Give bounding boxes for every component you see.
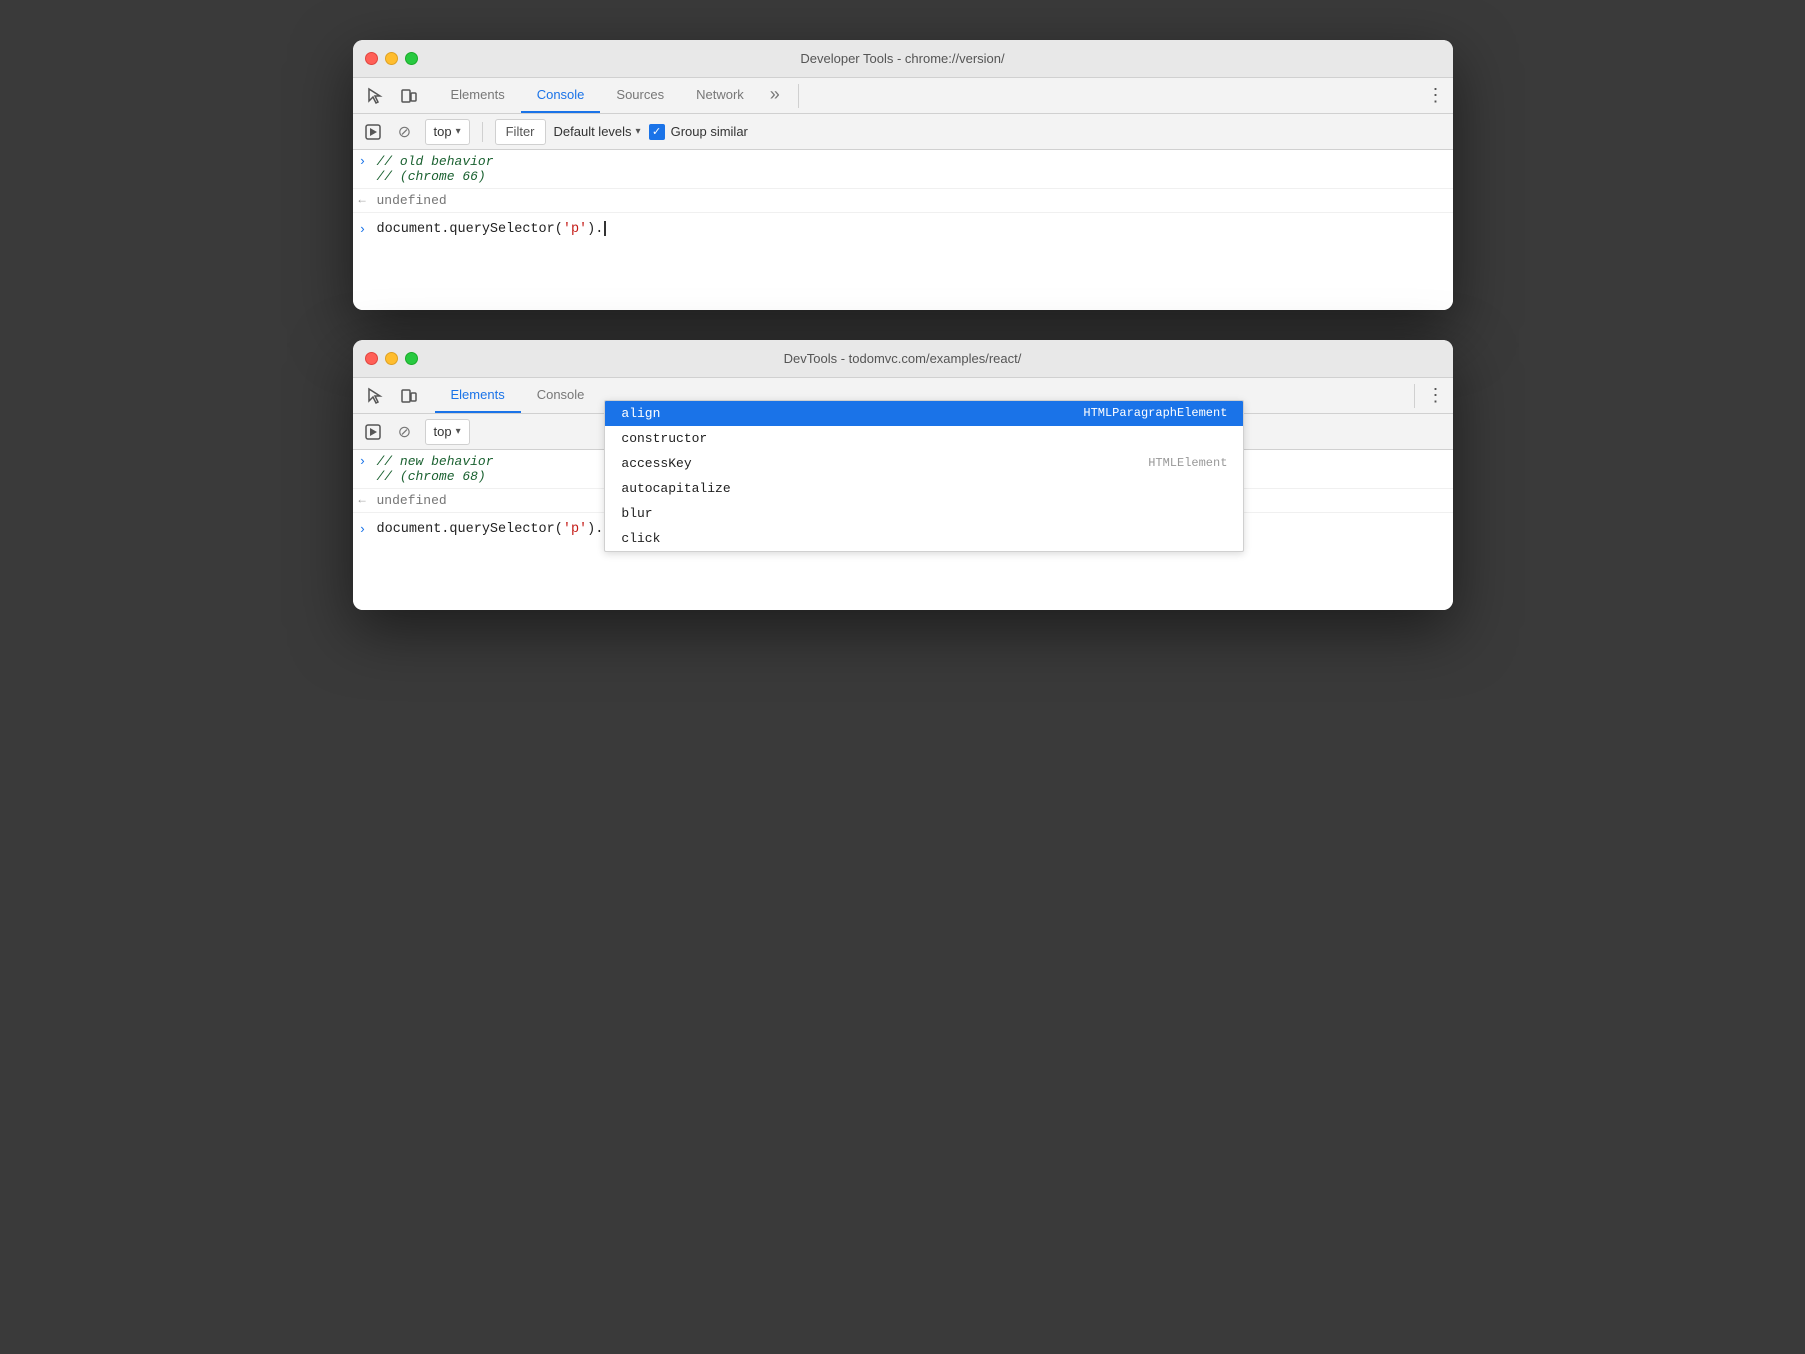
autocomplete-label-blur: blur — [621, 506, 652, 521]
autocomplete-item-blur[interactable]: blur — [605, 501, 1243, 526]
autocomplete-item-constructor[interactable]: constructor — [605, 426, 1243, 451]
undefined-value-1: undefined — [377, 193, 447, 208]
device-icon — [400, 87, 418, 105]
autocomplete-label-align: align — [621, 406, 660, 421]
play-icon-2 — [365, 424, 381, 440]
device-toolbar-button-2[interactable] — [395, 382, 423, 410]
close-button-1[interactable] — [365, 52, 378, 65]
autocomplete-label-accesskey: accessKey — [621, 456, 691, 471]
clear-console-button-1[interactable]: ⊘ — [393, 120, 417, 144]
maximize-button-1[interactable] — [405, 52, 418, 65]
window-title-2: DevTools - todomvc.com/examples/react/ — [784, 351, 1022, 366]
return-prefix-2: ← — [359, 493, 366, 507]
device-icon-2 — [400, 387, 418, 405]
autocomplete-item-accesskey[interactable]: accessKey HTMLElement — [605, 451, 1243, 476]
devtools-menu-button-1[interactable]: ⋮ — [1427, 85, 1445, 106]
tab-elements-2[interactable]: Elements — [435, 378, 521, 413]
console-output-1: › // old behavior // (chrome 66) ← undef… — [353, 150, 1453, 310]
main-toolbar-2: Elements Console align HTMLParagraphElem… — [353, 378, 1453, 414]
close-button-2[interactable] — [365, 352, 378, 365]
input-prefix-1: › — [359, 154, 367, 169]
traffic-lights-2 — [365, 352, 418, 365]
filter-button-1[interactable]: Filter — [495, 119, 546, 145]
cursor-icon — [366, 87, 384, 105]
toolbar-icons-2 — [361, 382, 423, 410]
filter-separator-1 — [482, 122, 483, 142]
toolbar-icons-1 — [361, 82, 423, 110]
console-input-line-1[interactable]: › document.querySelector('p'). — [353, 213, 1453, 245]
autocomplete-item-click[interactable]: click — [605, 526, 1243, 551]
return-content-1: undefined — [377, 193, 1445, 208]
context-arrow-icon-2: ▾ — [456, 426, 461, 437]
window-title-1: Developer Tools - chrome://version/ — [800, 51, 1004, 66]
main-toolbar-1: Elements Console Sources Network » ⋮ — [353, 78, 1453, 114]
tab-elements-1[interactable]: Elements — [435, 78, 521, 113]
return-prefix-1: ← — [359, 193, 366, 207]
minimize-button-1[interactable] — [385, 52, 398, 65]
autocomplete-label-click: click — [621, 531, 660, 546]
input-before-string-2: document.querySelector( — [377, 522, 563, 537]
autocomplete-type-align: HTMLParagraphElement — [1083, 406, 1227, 420]
autocomplete-type-accesskey: HTMLElement — [1148, 456, 1227, 470]
maximize-button-2[interactable] — [405, 352, 418, 365]
tab-list-1: Elements Console Sources Network » — [435, 78, 786, 113]
tab-console-1[interactable]: Console — [521, 78, 601, 113]
console-input-text-1[interactable]: document.querySelector('p'). — [377, 221, 607, 237]
context-selector-1[interactable]: top ▾ — [425, 119, 470, 145]
title-bar-2: DevTools - todomvc.com/examples/react/ — [353, 340, 1453, 378]
devtools-window-2: DevTools - todomvc.com/examples/react/ E… — [353, 340, 1453, 610]
tab-list-2: Elements Console — [435, 378, 601, 413]
input-arrow-2: › — [359, 522, 367, 537]
console-entry-return-1: ← undefined — [353, 189, 1453, 213]
tab-network-1[interactable]: Network — [680, 78, 760, 113]
console-comment-2: // (chrome 66) — [377, 169, 1445, 184]
entry-content-1: // old behavior // (chrome 66) — [377, 154, 1445, 184]
tab-more-1[interactable]: » — [764, 78, 786, 113]
traffic-lights-1 — [365, 52, 418, 65]
input-before-string-1: document.querySelector( — [377, 222, 563, 237]
levels-arrow-icon: ▾ — [636, 126, 641, 137]
input-after-string-1: ). — [587, 222, 603, 237]
play-icon — [365, 124, 381, 140]
autocomplete-label-constructor: constructor — [621, 431, 707, 446]
autocomplete-item-autocapitalize[interactable]: autocapitalize — [605, 476, 1243, 501]
input-after-string-2: ). — [587, 522, 603, 537]
autocomplete-dropdown[interactable]: align HTMLParagraphElement constructor a… — [604, 400, 1244, 552]
autocomplete-item-align[interactable]: align HTMLParagraphElement — [605, 401, 1243, 426]
input-arrow-1: › — [359, 222, 367, 237]
execute-button-1[interactable] — [361, 120, 385, 144]
input-prefix-2: › — [359, 454, 367, 469]
toolbar-separator-1 — [798, 84, 799, 108]
clear-console-button-2[interactable]: ⊘ — [393, 420, 417, 444]
execute-button-2[interactable] — [361, 420, 385, 444]
context-arrow-icon: ▾ — [456, 126, 461, 137]
inspect-element-button[interactable] — [361, 82, 389, 110]
tab-console-2[interactable]: Console — [521, 378, 601, 413]
input-string-value-2: 'p' — [563, 522, 587, 537]
undefined-value-2: undefined — [377, 493, 447, 508]
context-selector-2[interactable]: top ▾ — [425, 419, 470, 445]
tab-sources-1[interactable]: Sources — [600, 78, 680, 113]
devtools-window-1: Developer Tools - chrome://version/ Elem… — [353, 40, 1453, 310]
title-bar-1: Developer Tools - chrome://version/ — [353, 40, 1453, 78]
autocomplete-label-autocapitalize: autocapitalize — [621, 481, 730, 496]
cursor-icon-2 — [366, 387, 384, 405]
group-similar-control-1: ✓ Group similar — [649, 124, 748, 140]
input-string-value-1: 'p' — [563, 222, 587, 237]
minimize-button-2[interactable] — [385, 352, 398, 365]
console-entry-input-1: › // old behavior // (chrome 66) — [353, 150, 1453, 189]
default-levels-selector-1[interactable]: Default levels ▾ — [554, 124, 641, 139]
console-comment-1: // old behavior — [377, 154, 1445, 169]
group-similar-checkbox[interactable]: ✓ — [649, 124, 665, 140]
inspect-element-button-2[interactable] — [361, 382, 389, 410]
device-toolbar-button[interactable] — [395, 82, 423, 110]
toolbar-separator-2 — [1414, 384, 1415, 408]
console-toolbar-1: ⊘ top ▾ Filter Default levels ▾ ✓ Group … — [353, 114, 1453, 150]
text-cursor-1 — [604, 221, 606, 236]
devtools-menu-button-2[interactable]: ⋮ — [1427, 385, 1445, 406]
